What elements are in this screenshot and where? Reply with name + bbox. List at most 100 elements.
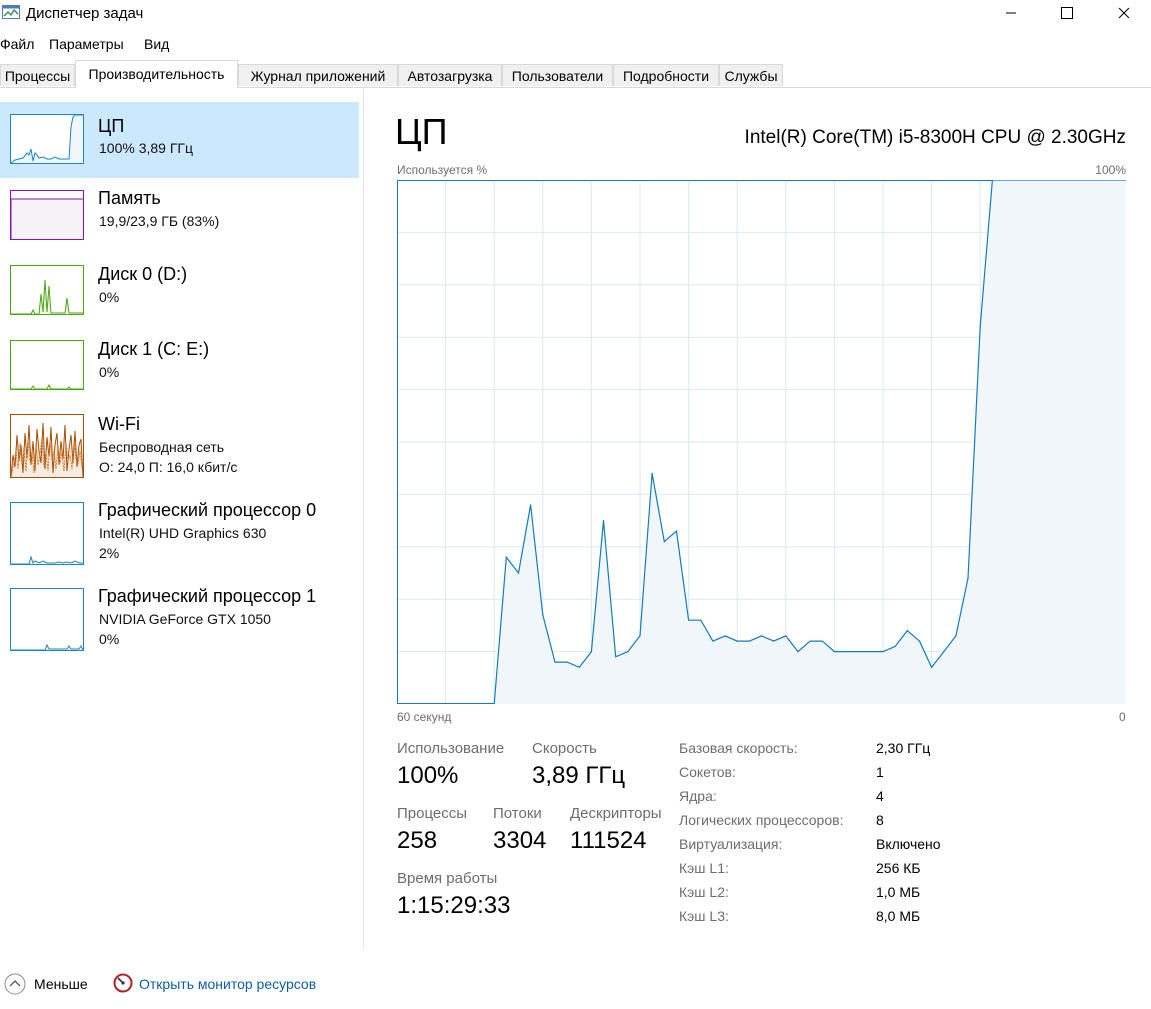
sidebar-item-subtitle: Беспроводная сеть <box>99 439 225 455</box>
graph-xlabel-right: 0 <box>1119 710 1126 724</box>
menu-view[interactable]: Вид <box>144 36 169 52</box>
sidebar-item-usage: 0% <box>99 631 120 647</box>
cpu-usage-point <box>785 635 787 637</box>
cpu-usage-point <box>833 651 835 653</box>
cpu-usage-point <box>615 656 617 658</box>
info-value-virtualization: Включено <box>876 836 941 852</box>
disk-1-thumbnail <box>10 340 84 390</box>
graph-xlabel-left: 60 секунд <box>397 710 452 724</box>
cpu-usage-point <box>858 651 860 653</box>
tab-services[interactable]: Службы <box>719 64 783 86</box>
cpu-usage-point <box>663 541 665 543</box>
info-label-cores: Ядра: <box>679 788 717 804</box>
cpu-usage-point <box>724 635 726 637</box>
fewer-details-button[interactable]: Меньше <box>34 976 88 992</box>
collapse-chevron-icon[interactable] <box>4 973 26 1000</box>
usage-value: 100% <box>397 762 459 789</box>
graph-ylabel: Используется % <box>397 163 488 177</box>
sidebar-item-cpu[interactable]: ЦП 100% 3,89 ГГц <box>0 102 359 178</box>
cpu-usage-point <box>566 661 568 663</box>
cpu-usage-point <box>700 619 702 621</box>
task-manager-icon <box>2 5 20 21</box>
sidebar-item-title: ЦП <box>98 116 125 136</box>
sidebar-item-subtitle: NVIDIA GeForce GTX 1050 <box>99 611 271 627</box>
tab-performance[interactable]: Производительность <box>75 60 238 88</box>
open-resource-monitor-link[interactable]: Открыть монитор ресурсов <box>139 976 316 992</box>
cpu-usage-point <box>809 640 811 642</box>
threads-value: 3304 <box>493 827 547 854</box>
cpu-usage-point <box>542 614 544 616</box>
minimize-button[interactable] <box>988 0 1034 26</box>
info-label-l2-cache: Кэш L2: <box>679 884 729 900</box>
sidebar-item-gpu-0[interactable]: Графический процессор 0 Intel(R) UHD Gra… <box>0 490 359 576</box>
threads-label: Потоки <box>493 805 542 822</box>
window-title: Диспетчер задач <box>26 5 144 22</box>
close-icon <box>1118 7 1130 19</box>
tab-processes[interactable]: Процессы <box>0 64 75 86</box>
cpu-usage-point <box>931 666 933 668</box>
tab-strip: Процессы Производительность Журнал прило… <box>0 60 1151 88</box>
sidebar-item-subtitle: Intel(R) UHD Graphics 630 <box>99 525 267 541</box>
maximize-button[interactable] <box>1044 0 1090 26</box>
info-value-logical-processors: 8 <box>876 812 884 828</box>
sidebar-item-title: Диск 0 (D:) <box>98 264 188 284</box>
cpu-usage-point <box>882 651 884 653</box>
cpu-usage-point <box>894 645 896 647</box>
sidebar-item-subtitle: 0% <box>99 289 120 305</box>
speed-value: 3,89 ГГц <box>532 762 626 789</box>
info-label-virtualization: Виртуализация: <box>679 836 783 852</box>
sidebar-item-title: Память <box>98 188 161 208</box>
cpu-usage-point <box>639 635 641 637</box>
speed-label: Скорость <box>532 740 597 757</box>
tab-app-history[interactable]: Журнал приложений <box>238 64 398 86</box>
info-label-l1-cache: Кэш L1: <box>679 860 729 876</box>
sidebar-item-title: Графический процессор 0 <box>98 500 317 520</box>
cpu-usage-point <box>627 651 629 653</box>
sidebar-item-title: Wi-Fi <box>98 414 140 434</box>
info-value-l1-cache: 256 КБ <box>876 860 921 876</box>
memory-thumbnail <box>10 190 84 240</box>
cpu-usage-point <box>797 651 799 653</box>
info-value-base-speed: 2,30 ГГц <box>876 740 931 756</box>
processes-label: Процессы <box>397 805 468 822</box>
sidebar-item-wifi[interactable]: Wi-Fi Беспроводная сеть О: 24,0 П: 16,0 … <box>0 404 359 488</box>
sidebar-item-gpu-1[interactable]: Графический процессор 1 NVIDIA GeForce G… <box>0 576 359 662</box>
info-label-base-speed: Базовая скорость: <box>679 740 798 756</box>
cpu-usage-point <box>846 651 848 653</box>
cpu-usage-graph <box>397 180 1126 704</box>
cpu-usage-point <box>967 577 969 579</box>
disk-0-thumbnail <box>10 265 84 315</box>
sidebar-item-disk-0[interactable]: Диск 0 (D:) 0% <box>0 254 359 329</box>
maximize-icon <box>1061 7 1073 19</box>
handles-label: Дескрипторы <box>570 805 662 822</box>
footer: Меньше Открыть монитор ресурсов <box>0 965 1151 1005</box>
cpu-usage-point <box>554 661 556 663</box>
cpu-usage-point <box>712 640 714 642</box>
minimize-icon <box>1006 12 1016 14</box>
cpu-usage-point <box>688 619 690 621</box>
title-bar: Диспетчер задач <box>0 0 1151 28</box>
tab-details[interactable]: Подробности <box>613 64 719 86</box>
cpu-usage-point <box>578 666 580 668</box>
cpu-usage-point <box>651 472 653 474</box>
sidebar-item-title: Графический процессор 1 <box>98 586 317 606</box>
menu-file[interactable]: Файл <box>0 36 34 52</box>
cpu-usage-point <box>906 630 908 632</box>
cpu-usage-point <box>955 635 957 637</box>
wifi-thumbnail <box>10 414 84 478</box>
uptime-value: 1:15:29:33 <box>397 892 511 919</box>
sidebar-item-title: Диск 1 (C: E:) <box>98 339 210 359</box>
cpu-usage-point <box>602 520 605 522</box>
cpu-usage-point <box>748 640 750 642</box>
sidebar-item-memory[interactable]: Память 19,9/23,9 ГБ (83%) <box>0 178 359 254</box>
sidebar-item-disk-1[interactable]: Диск 1 (C: E:) 0% <box>0 329 359 404</box>
info-label-l3-cache: Кэш L3: <box>679 908 729 924</box>
menu-options[interactable]: Параметры <box>49 36 124 52</box>
info-value-l3-cache: 8,0 МБ <box>876 908 921 924</box>
uptime-label: Время работы <box>397 870 498 887</box>
close-button[interactable] <box>1101 0 1147 26</box>
tab-startup[interactable]: Автозагрузка <box>398 64 502 86</box>
info-value-l2-cache: 1,0 МБ <box>876 884 921 900</box>
tab-users[interactable]: Пользователи <box>502 64 613 86</box>
cpu-model: Intel(R) Core(TM) i5-8300H CPU @ 2.30GHz <box>744 127 1126 148</box>
